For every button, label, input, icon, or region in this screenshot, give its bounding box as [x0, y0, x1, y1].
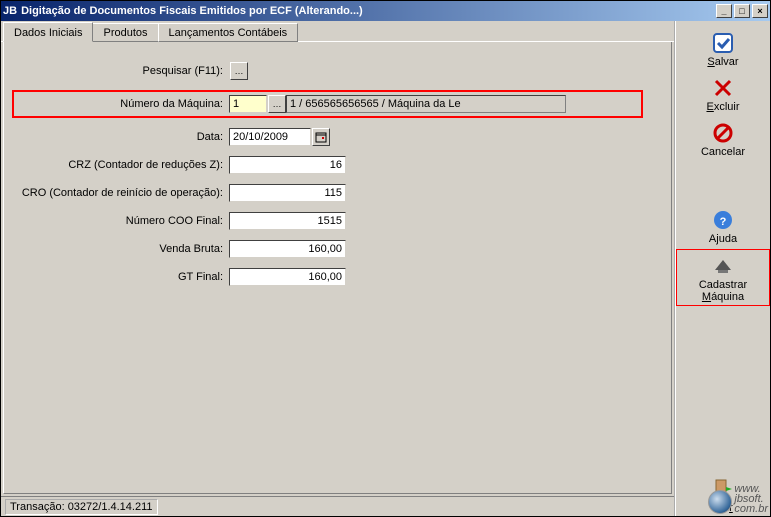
ajuda-label: Ajuda — [709, 233, 737, 245]
row-data: Data: — [14, 128, 661, 146]
salvar-label: Salvar — [707, 56, 738, 68]
cro-input[interactable] — [229, 184, 346, 202]
maximize-button[interactable]: □ — [734, 4, 750, 18]
window-title: Digitação de Documentos Fiscais Emitidos… — [21, 5, 363, 17]
venda-bruta-input[interactable] — [229, 240, 346, 258]
statusbar: Transação: 03272/1.4.14.211 — [1, 496, 674, 516]
globe-icon — [708, 490, 732, 514]
tabs: Dados Iniciais Produtos Lançamentos Cont… — [1, 21, 674, 42]
label-coo: Número COO Final: — [14, 215, 229, 227]
tab-dados-iniciais[interactable]: Dados Iniciais — [3, 22, 93, 42]
gt-final-input[interactable] — [229, 268, 346, 286]
tab-lancamentos[interactable]: Lançamentos Contábeis — [158, 23, 299, 42]
cancel-icon — [711, 121, 735, 145]
numero-maquina-input[interactable] — [229, 95, 267, 113]
row-cro: CRO (Contador de reinício de operação): — [14, 184, 661, 202]
tab-label: Dados Iniciais — [14, 27, 82, 39]
row-crz: CRZ (Contador de reduções Z): — [14, 156, 661, 174]
row-venda-bruta: Venda Bruta: — [14, 240, 661, 258]
tab-panel-dados-iniciais: Pesquisar (F11): … Número da Máquina: … … — [3, 42, 672, 494]
data-input[interactable] — [229, 128, 311, 146]
label-pesquisar: Pesquisar (F11): — [14, 65, 229, 77]
maquina-description: 1 / 656565656565 / Máquina da Le — [286, 95, 566, 113]
crz-input[interactable] — [229, 156, 346, 174]
tab-label: Produtos — [103, 27, 147, 39]
excluir-button[interactable]: Excluir — [678, 72, 768, 115]
app-prefix: JB — [3, 5, 17, 17]
salvar-button[interactable]: Salvar — [678, 27, 768, 70]
status-transacao: Transação: 03272/1.4.14.211 — [5, 499, 158, 515]
row-gt-final: GT Final: — [14, 268, 661, 286]
close-button[interactable]: × — [752, 4, 768, 18]
ajuda-button[interactable]: ? Ajuda — [678, 204, 768, 247]
status-value: 03272/1.4.14.211 — [68, 501, 153, 513]
tab-produtos[interactable]: Produtos — [92, 23, 158, 42]
label-crz: CRZ (Contador de reduções Z): — [14, 159, 229, 171]
coo-input[interactable] — [229, 212, 346, 230]
cadastrar-label: Cadastrar Máquina — [677, 279, 769, 303]
save-icon — [711, 31, 735, 55]
main-area: Dados Iniciais Produtos Lançamentos Cont… — [1, 21, 674, 516]
titlebar: JB Digitação de Documentos Fiscais Emiti… — [1, 1, 770, 21]
pesquisar-button[interactable]: … — [230, 62, 248, 80]
machine-icon — [711, 254, 735, 278]
label-cro: CRO (Contador de reinício de operação): — [14, 187, 229, 199]
content: Dados Iniciais Produtos Lançamentos Cont… — [1, 21, 770, 516]
label-venda-bruta: Venda Bruta: — [14, 243, 229, 255]
row-pesquisar: Pesquisar (F11): … — [14, 62, 661, 80]
cancelar-label: Cancelar — [701, 146, 745, 158]
lookup-maquina-button[interactable]: … — [268, 95, 286, 113]
label-gt-final: GT Final: — [14, 271, 229, 283]
delete-icon — [711, 76, 735, 100]
tab-label: Lançamentos Contábeis — [169, 27, 288, 39]
row-coo: Número COO Final: — [14, 212, 661, 230]
calendar-button[interactable] — [312, 128, 330, 146]
sidebar: Salvar Excluir Cancelar ? Ajuda — [674, 21, 770, 516]
svg-text:?: ? — [720, 216, 727, 228]
cadastrar-maquina-button[interactable]: Cadastrar Máquina — [676, 249, 770, 306]
excluir-label: Excluir — [706, 101, 739, 113]
label-numero-maquina: Número da Máquina: — [14, 98, 229, 110]
label-data: Data: — [14, 131, 229, 143]
calendar-icon — [315, 131, 327, 143]
window: JB Digitação de Documentos Fiscais Emiti… — [0, 0, 771, 517]
cancelar-button[interactable]: Cancelar — [678, 117, 768, 160]
row-numero-maquina: Número da Máquina: … 1 / 656565656565 / … — [12, 90, 643, 118]
minimize-button[interactable]: _ — [716, 4, 732, 18]
brand-url: www. jbsoft. com.br — [734, 484, 768, 514]
status-label: Transação: — [10, 501, 65, 513]
help-icon: ? — [711, 208, 735, 232]
brand-logo: www. jbsoft. com.br — [708, 484, 768, 514]
